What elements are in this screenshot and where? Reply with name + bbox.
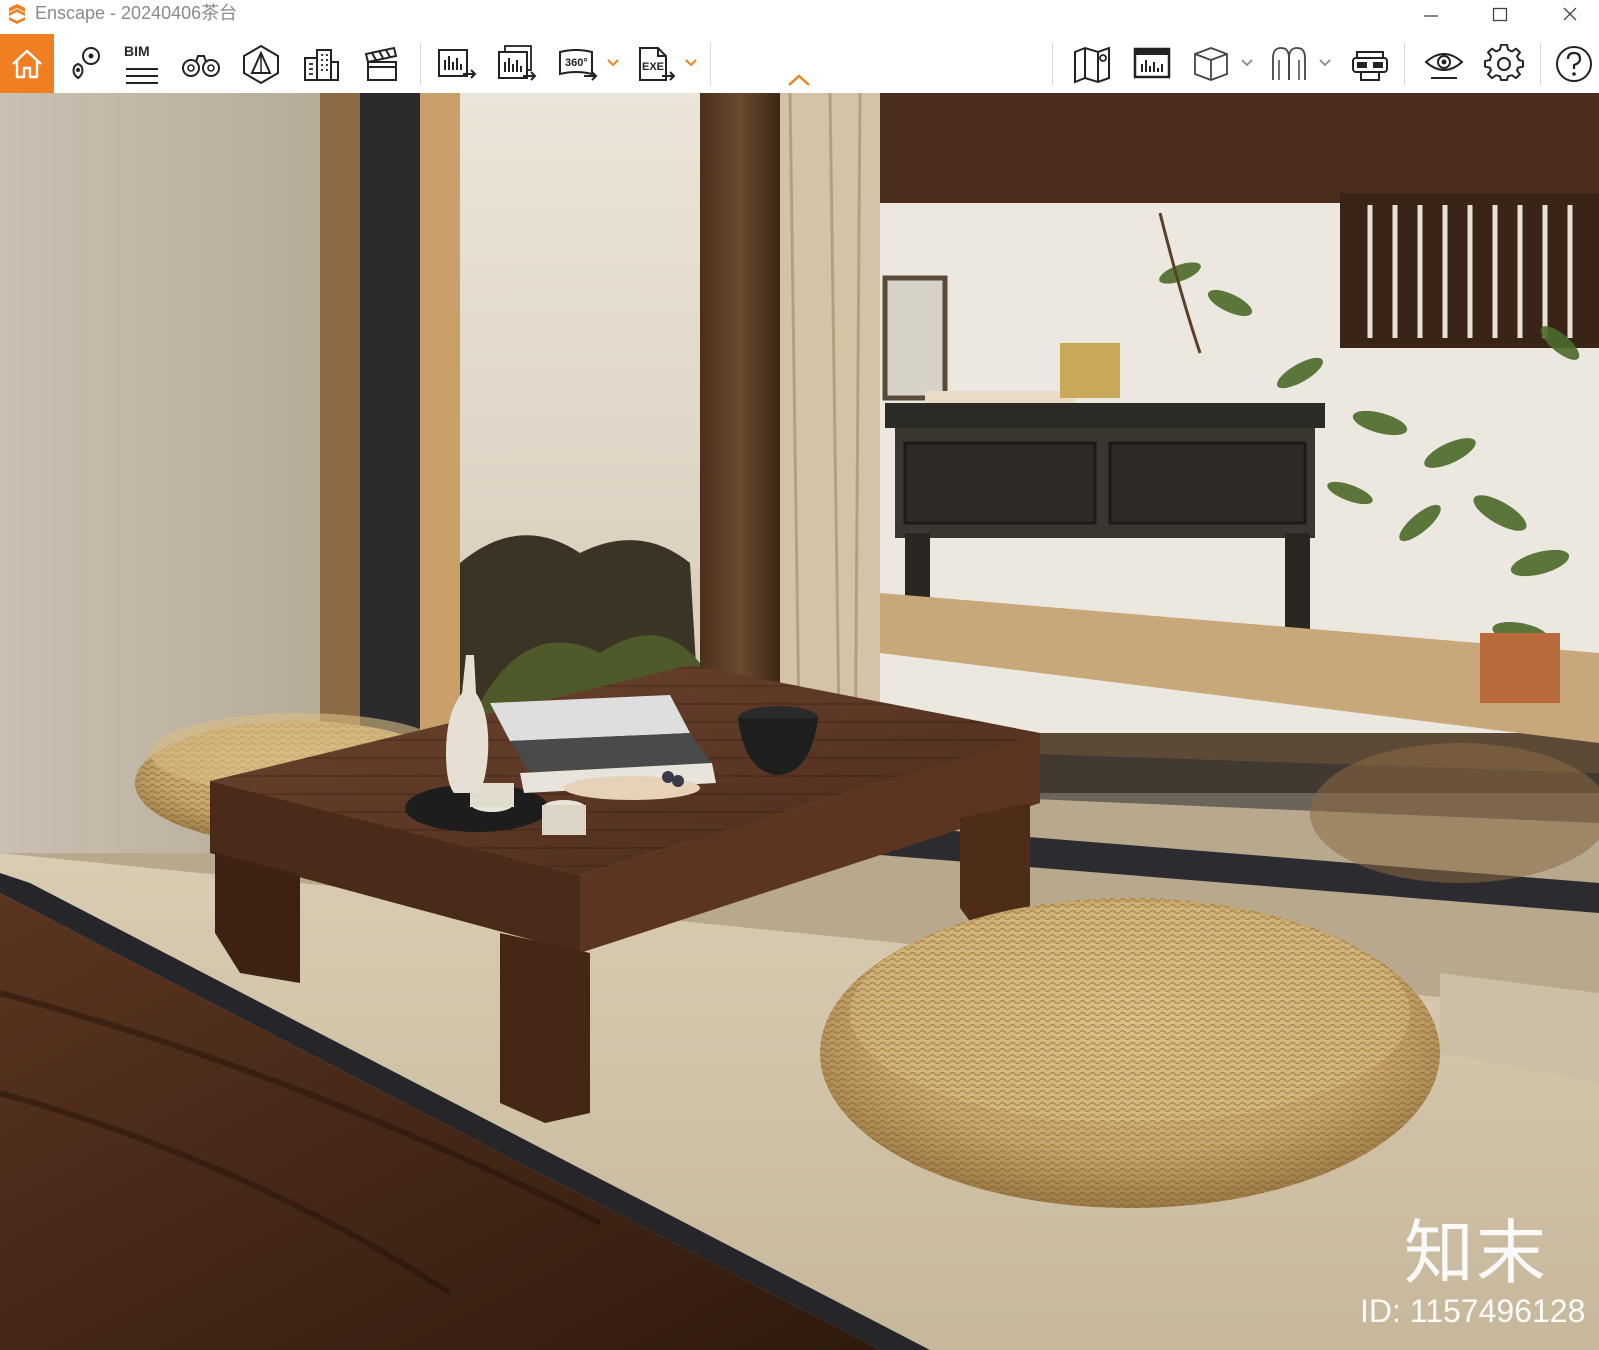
scene-render-image bbox=[0, 93, 1599, 1350]
materials-button[interactable] bbox=[1266, 34, 1312, 93]
enscape-logo-icon bbox=[9, 4, 25, 24]
toolbar-separator bbox=[1540, 42, 1541, 86]
cube-icon bbox=[1194, 46, 1228, 81]
monitor-icon bbox=[1133, 47, 1171, 78]
cube-button[interactable] bbox=[1188, 34, 1234, 93]
maximize-button[interactable] bbox=[1477, 0, 1523, 28]
exe-dropdown-chevron-icon[interactable] bbox=[684, 56, 698, 70]
panorama-label: 360° bbox=[565, 57, 588, 69]
exe-export-icon: EXE bbox=[639, 46, 676, 81]
batch-render-icon bbox=[498, 44, 537, 81]
home-icon bbox=[12, 49, 42, 78]
chevron-up-icon[interactable] bbox=[786, 72, 812, 88]
materials-dropdown-chevron-icon[interactable] bbox=[1318, 56, 1332, 70]
help-icon bbox=[1556, 45, 1592, 82]
watermark-logo: 知末 bbox=[1404, 1212, 1548, 1294]
bim-label: BIM bbox=[124, 43, 150, 59]
screenshot-button[interactable] bbox=[432, 34, 484, 93]
sketch-button[interactable] bbox=[236, 34, 286, 93]
panorama-360-icon: 360° bbox=[559, 48, 598, 81]
map-button[interactable] bbox=[1066, 34, 1118, 93]
asset-library-button[interactable] bbox=[296, 34, 346, 93]
arches-icon bbox=[1272, 46, 1306, 80]
render-viewport[interactable]: 知末 ID: 1157496128 bbox=[0, 93, 1599, 1350]
toolbar-separator bbox=[420, 42, 421, 86]
map-icon bbox=[1074, 46, 1110, 83]
visual-settings-button[interactable] bbox=[1416, 34, 1472, 93]
gear-icon bbox=[1484, 43, 1524, 81]
toolbar-separator bbox=[710, 42, 711, 86]
walk-mode-button[interactable] bbox=[176, 34, 226, 93]
bim-button[interactable]: BIM bbox=[118, 34, 166, 93]
minimize-button[interactable] bbox=[1408, 0, 1454, 28]
title-bar: Enscape - 20240406茶台 bbox=[0, 0, 1599, 34]
standalone-export-button[interactable]: EXE bbox=[634, 34, 680, 93]
window-title: Enscape - 20240406茶台 bbox=[35, 3, 238, 23]
video-editor-button[interactable] bbox=[356, 34, 408, 93]
buildings-icon bbox=[304, 48, 339, 81]
panorama-button[interactable]: 360° bbox=[556, 34, 602, 93]
views-button[interactable] bbox=[62, 34, 110, 93]
batch-render-button[interactable] bbox=[492, 34, 544, 93]
vr-button[interactable] bbox=[1344, 34, 1396, 93]
main-toolbar: BIM 360° EXE bbox=[0, 34, 1599, 93]
pyramid-icon bbox=[243, 44, 279, 84]
home-button[interactable] bbox=[0, 34, 54, 93]
watermark-id: ID: 1157496128 bbox=[1360, 1293, 1586, 1329]
map-pin-icon bbox=[72, 46, 100, 79]
cube-dropdown-chevron-icon[interactable] bbox=[1240, 56, 1254, 70]
screenshot-export-icon bbox=[438, 48, 477, 79]
minimize-icon bbox=[1424, 15, 1438, 17]
panorama-dropdown-chevron-icon[interactable] bbox=[606, 56, 620, 70]
eye-icon bbox=[1424, 52, 1464, 79]
close-icon bbox=[1563, 7, 1577, 21]
exe-label: EXE bbox=[642, 61, 664, 73]
monitor-button[interactable] bbox=[1126, 34, 1178, 93]
help-button[interactable] bbox=[1550, 34, 1598, 93]
toolbar-separator bbox=[1404, 42, 1405, 86]
settings-button[interactable] bbox=[1476, 34, 1532, 93]
maximize-icon bbox=[1492, 7, 1508, 22]
vr-headset-icon bbox=[1352, 50, 1388, 81]
clapperboard-icon bbox=[364, 46, 398, 81]
close-button[interactable] bbox=[1547, 0, 1593, 28]
toolbar-separator bbox=[1052, 42, 1053, 86]
binoculars-icon bbox=[182, 54, 220, 77]
